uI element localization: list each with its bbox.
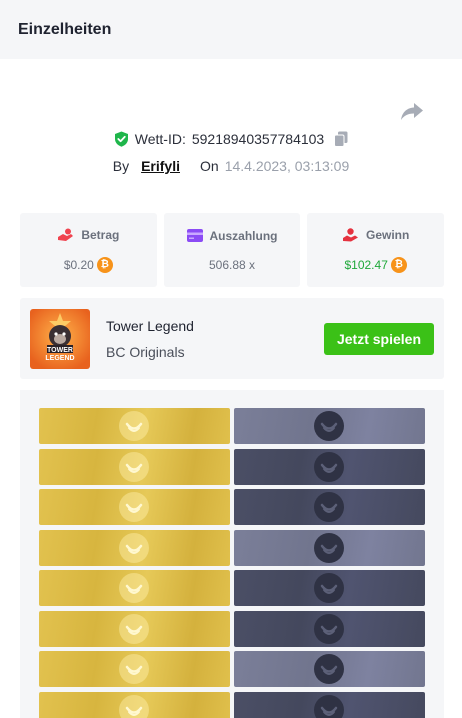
- tower-row: [39, 448, 425, 485]
- stat-payout-value: 506.88 x: [208, 257, 256, 272]
- gold-coin-icon: [119, 694, 149, 718]
- bitcoin-icon: ₿: [96, 256, 113, 273]
- page-title: Einzelheiten: [18, 20, 112, 38]
- tower-tile-dark[interactable]: [234, 529, 425, 566]
- stat-amount-value: $0.20: [63, 257, 94, 272]
- svg-text:TOWER: TOWER: [47, 347, 73, 354]
- tower-row: [39, 408, 425, 444]
- card-icon: [186, 229, 203, 242]
- game-thumbnail[interactable]: TOWER LEGEND: [30, 309, 90, 369]
- gold-coin-icon: [119, 492, 149, 522]
- copy-icon[interactable]: [334, 131, 348, 147]
- dark-coin-icon: [314, 613, 344, 644]
- bet-id-row: Wett-ID: 59218940357784103: [0, 131, 462, 147]
- gold-coin-icon: [119, 654, 149, 684]
- tower-tile-dark[interactable]: [234, 448, 425, 485]
- bet-id-value: 59218940357784103: [191, 131, 325, 147]
- stat-amount: Betrag $0.20 ₿: [20, 213, 157, 287]
- tower-board: [20, 390, 444, 718]
- share-icon[interactable]: [400, 101, 424, 121]
- by-label: By: [112, 158, 130, 174]
- tower-tile-gold[interactable]: [39, 651, 230, 687]
- svg-text:LEGEND: LEGEND: [45, 355, 74, 362]
- gold-coin-icon: [119, 613, 149, 644]
- stat-payout: Auszahlung 506.88 x: [163, 213, 301, 287]
- tower-tile-gold[interactable]: [39, 448, 230, 485]
- tower-tile-gold[interactable]: [39, 610, 230, 647]
- play-now-button[interactable]: Jetzt spielen: [324, 323, 434, 355]
- game-provider: BC Originals: [106, 344, 185, 360]
- stat-profit-value: $102.47: [344, 257, 388, 272]
- stats-panel: Betrag $0.20 ₿ Auszahlung 506.88 x Gewin…: [20, 213, 445, 287]
- bet-id-label: Wett-ID:: [134, 131, 186, 147]
- gold-coin-icon: [119, 411, 149, 441]
- user-link[interactable]: Erifyli: [141, 158, 180, 174]
- tower-tile-gold[interactable]: [39, 408, 230, 444]
- profit-hand-icon: [343, 227, 358, 241]
- tower-row: [39, 489, 425, 525]
- dark-coin-icon: [314, 492, 344, 522]
- gold-coin-icon: [119, 532, 149, 563]
- game-name[interactable]: Tower Legend: [106, 318, 194, 334]
- tower-row: [39, 529, 425, 566]
- bitcoin-icon: ₿: [390, 256, 407, 273]
- stat-profit: Gewinn $102.47 ₿: [307, 213, 445, 287]
- tower-tile-dark[interactable]: [234, 570, 425, 606]
- tower-tile-dark[interactable]: [234, 489, 425, 525]
- gold-coin-icon: [119, 573, 149, 603]
- header: Einzelheiten: [0, 0, 462, 59]
- dark-coin-icon: [314, 694, 344, 718]
- dark-coin-icon: [314, 451, 344, 482]
- tower-tile-gold[interactable]: [39, 529, 230, 566]
- tower-row: [39, 651, 425, 687]
- stat-profit-label: Gewinn: [366, 227, 410, 242]
- tower-legend-logo: TOWER LEGEND: [30, 309, 90, 369]
- stat-amount-label: Betrag: [81, 227, 120, 242]
- gold-coin-icon: [119, 451, 149, 482]
- tower-tile-dark[interactable]: [234, 651, 425, 687]
- tower-tile-gold[interactable]: [39, 489, 230, 525]
- dark-coin-icon: [314, 532, 344, 563]
- dark-coin-icon: [314, 654, 344, 684]
- verified-shield-icon: [114, 131, 128, 147]
- tower-tile-gold[interactable]: [39, 691, 230, 718]
- tower-row: [39, 570, 425, 606]
- dark-coin-icon: [314, 573, 344, 603]
- bet-hand-icon: [58, 228, 74, 241]
- bet-timestamp: 14.4.2023, 03:13:09: [224, 158, 350, 174]
- tower-tile-dark[interactable]: [234, 610, 425, 647]
- tower-tile-gold[interactable]: [39, 570, 230, 606]
- tower-tile-dark[interactable]: [234, 691, 425, 718]
- tower-tile-dark[interactable]: [234, 408, 425, 444]
- bet-meta-row: By Erifyli On 14.4.2023, 03:13:09: [0, 158, 462, 174]
- on-label: On: [200, 158, 219, 174]
- stat-payout-label: Auszahlung: [209, 228, 278, 243]
- dark-coin-icon: [314, 411, 344, 441]
- tower-row: [39, 691, 425, 718]
- game-card: TOWER LEGEND Tower Legend BC Originals J…: [20, 298, 444, 379]
- tower-row: [39, 610, 425, 647]
